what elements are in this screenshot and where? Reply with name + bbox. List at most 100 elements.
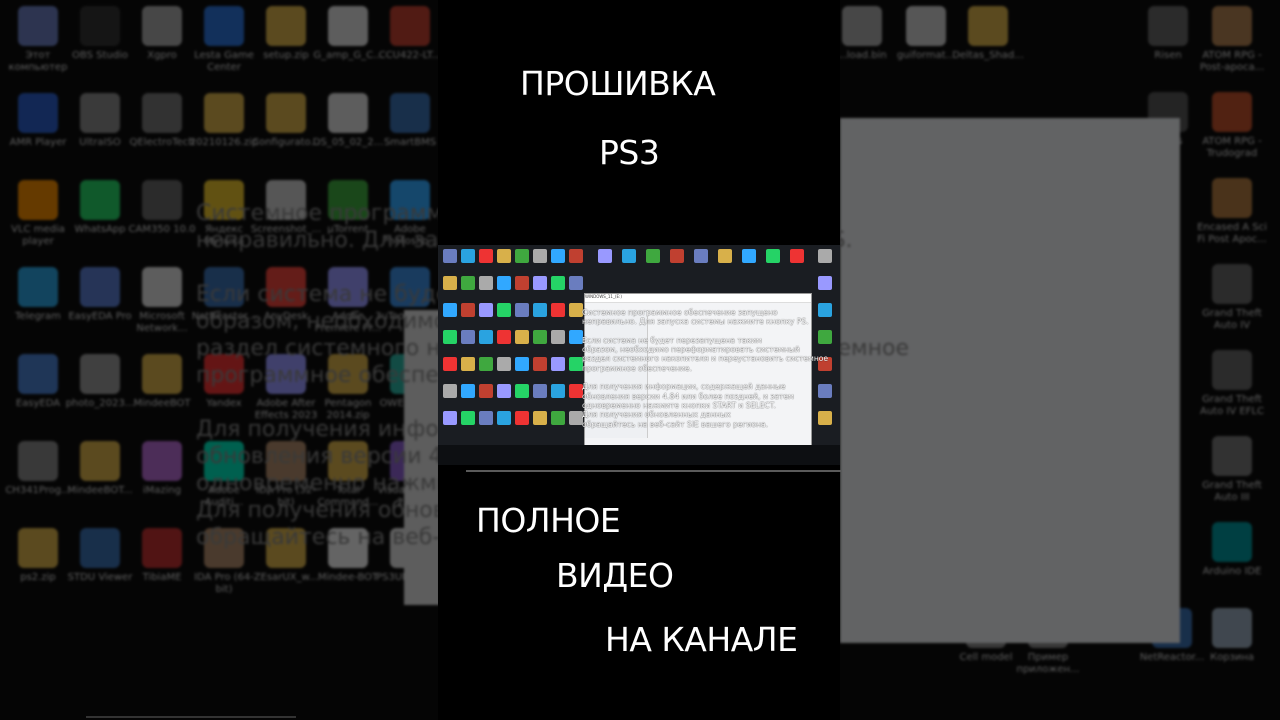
mini-desktop-icon bbox=[515, 303, 529, 317]
mini-desktop-icon bbox=[479, 330, 493, 344]
mini-desktop-icon bbox=[443, 384, 457, 398]
mini-desktop-icon bbox=[533, 411, 547, 425]
mini-desktop-icon bbox=[443, 303, 457, 317]
progress-track bbox=[466, 470, 841, 472]
desktop-icon-label: SmartBMS bbox=[383, 137, 437, 148]
desktop-icon-glyph bbox=[80, 354, 120, 394]
mini-desktop-icon bbox=[533, 249, 547, 263]
desktop-icon-label: CCU422-LT... bbox=[378, 50, 442, 61]
desktop-icon-glyph bbox=[18, 528, 58, 568]
mini-desktop-icon bbox=[569, 330, 583, 344]
desktop-icon-glyph bbox=[18, 441, 58, 481]
mini-dialog-text: Системное программное обеспечение запуще… bbox=[582, 308, 828, 429]
desktop-icon-right[interactable]: Encased A Sci Fi Post Apoc... bbox=[1196, 178, 1268, 246]
desktop-icon-glyph bbox=[142, 441, 182, 481]
mini-desktop-icon bbox=[443, 357, 457, 371]
mini-desktop-icon bbox=[670, 249, 684, 263]
desktop-icon-glyph bbox=[328, 6, 368, 46]
headline-line-4: ВИДЕО bbox=[556, 556, 674, 595]
desktop-icon-right[interactable]: Grand Theft Auto IV EFLC bbox=[1196, 350, 1268, 418]
mini-desktop-icon bbox=[461, 384, 475, 398]
desktop-icon-glyph bbox=[1212, 522, 1252, 562]
desktop-icon-glyph bbox=[842, 6, 882, 46]
mini-desktop-icon bbox=[569, 249, 583, 263]
mini-desktop-icon bbox=[479, 303, 493, 317]
desktop-icon-right[interactable]: Grand Theft Auto III bbox=[1196, 436, 1268, 504]
desktop-icon-glyph bbox=[204, 6, 244, 46]
desktop-icon-glyph bbox=[18, 93, 58, 133]
desktop-icon-right[interactable]: Arduino IDE bbox=[1196, 522, 1268, 578]
mini-desktop-icon bbox=[551, 303, 565, 317]
mini-desktop-icon bbox=[497, 249, 511, 263]
desktop-icon-glyph bbox=[80, 93, 120, 133]
mini-desktop-icon bbox=[515, 357, 529, 371]
mini-desktop-icon bbox=[551, 357, 565, 371]
mini-desktop-icon bbox=[461, 303, 475, 317]
mini-desktop-icon bbox=[569, 303, 583, 317]
desktop-icon-glyph bbox=[142, 6, 182, 46]
mini-desktop-icon bbox=[515, 276, 529, 290]
mini-desktop-icon bbox=[766, 249, 780, 263]
mini-desktop-icon bbox=[461, 411, 475, 425]
desktop-icon-glyph bbox=[1212, 178, 1252, 218]
desktop-icon-label: Deltas_Shad... bbox=[952, 50, 1024, 61]
headline-line-1: ПРОШИВКА bbox=[520, 64, 716, 103]
mini-desktop-icon bbox=[818, 330, 832, 344]
desktop-icon-label: Grand Theft Auto III bbox=[1202, 480, 1262, 503]
headline-line-5: НА КАНАЛЕ bbox=[605, 620, 798, 659]
bottom-divider bbox=[86, 716, 296, 718]
mini-desktop-icon bbox=[443, 411, 457, 425]
mini-desktop-icon bbox=[461, 330, 475, 344]
desktop-icon-glyph bbox=[18, 6, 58, 46]
mini-desktop-icon bbox=[818, 276, 832, 290]
mini-desktop-icon bbox=[694, 249, 708, 263]
desktop-icon-right[interactable]: Risen bbox=[1132, 6, 1204, 62]
mini-desktop-icon bbox=[533, 384, 547, 398]
desktop-icon-glyph bbox=[266, 93, 306, 133]
desktop-icon-right[interactable]: ATOM RPG - Trudograd bbox=[1196, 92, 1268, 160]
mini-desktop-icon bbox=[497, 411, 511, 425]
mini-desktop-icon bbox=[497, 276, 511, 290]
mini-desktop-icon bbox=[551, 330, 565, 344]
desktop-icon-right[interactable]: ATOM RPG - Post-apoca... bbox=[1196, 6, 1268, 74]
desktop-icon-right[interactable]: Корзина bbox=[1196, 608, 1268, 664]
mini-desktop-icon bbox=[479, 276, 493, 290]
desktop-icon-glyph bbox=[80, 267, 120, 307]
mini-desktop-icon bbox=[515, 330, 529, 344]
mini-desktop-icon bbox=[818, 249, 832, 263]
mini-taskbar bbox=[438, 445, 840, 465]
mini-desktop-icon bbox=[497, 384, 511, 398]
mini-desktop-icon bbox=[790, 249, 804, 263]
desktop-icon-label: Корзина bbox=[1209, 652, 1255, 663]
desktop-icon-label: Grand Theft Auto IV EFLC bbox=[1200, 394, 1264, 417]
desktop-icon[interactable]: CCU422-LT... bbox=[374, 6, 446, 62]
desktop-icon-glyph bbox=[1212, 264, 1252, 304]
mini-desktop-icon bbox=[515, 249, 529, 263]
desktop-icon-glyph bbox=[142, 354, 182, 394]
video-frame: Этот компьютер OBS Studio Xgpro Lesta Game … bbox=[0, 0, 1280, 720]
desktop-icon-right[interactable]: Deltas_Shad... bbox=[952, 6, 1024, 62]
mini-desktop-icon bbox=[533, 276, 547, 290]
desktop-icon-glyph bbox=[80, 180, 120, 220]
mini-desktop-icon bbox=[479, 384, 493, 398]
desktop-icon-glyph bbox=[328, 93, 368, 133]
desktop-icon-glyph bbox=[142, 180, 182, 220]
mini-desktop-icon bbox=[479, 249, 493, 263]
mini-desktop-icon bbox=[497, 303, 511, 317]
desktop-icon-glyph bbox=[906, 6, 946, 46]
desktop-icon[interactable]: SmartBMS bbox=[374, 93, 446, 149]
desktop-icon-glyph bbox=[80, 528, 120, 568]
desktop-icon-glyph bbox=[390, 93, 430, 133]
mini-desktop-icon bbox=[497, 330, 511, 344]
mini-desktop-icon bbox=[533, 357, 547, 371]
mini-desktop-icon bbox=[622, 249, 636, 263]
mini-desktop-icon bbox=[569, 357, 583, 371]
desktop-icon-glyph bbox=[1212, 92, 1252, 132]
desktop-icon-label: ATOM RPG - Trudograd bbox=[1202, 136, 1262, 159]
mini-desktop-icon bbox=[569, 411, 583, 425]
desktop-icon-label: ATOM RPG - Post-apoca... bbox=[1199, 50, 1265, 73]
desktop-icon-right[interactable]: Grand Theft Auto IV bbox=[1196, 264, 1268, 332]
mini-desktop-icon bbox=[515, 384, 529, 398]
desktop-icon-glyph bbox=[80, 6, 120, 46]
mini-desktop-icon bbox=[818, 384, 832, 398]
